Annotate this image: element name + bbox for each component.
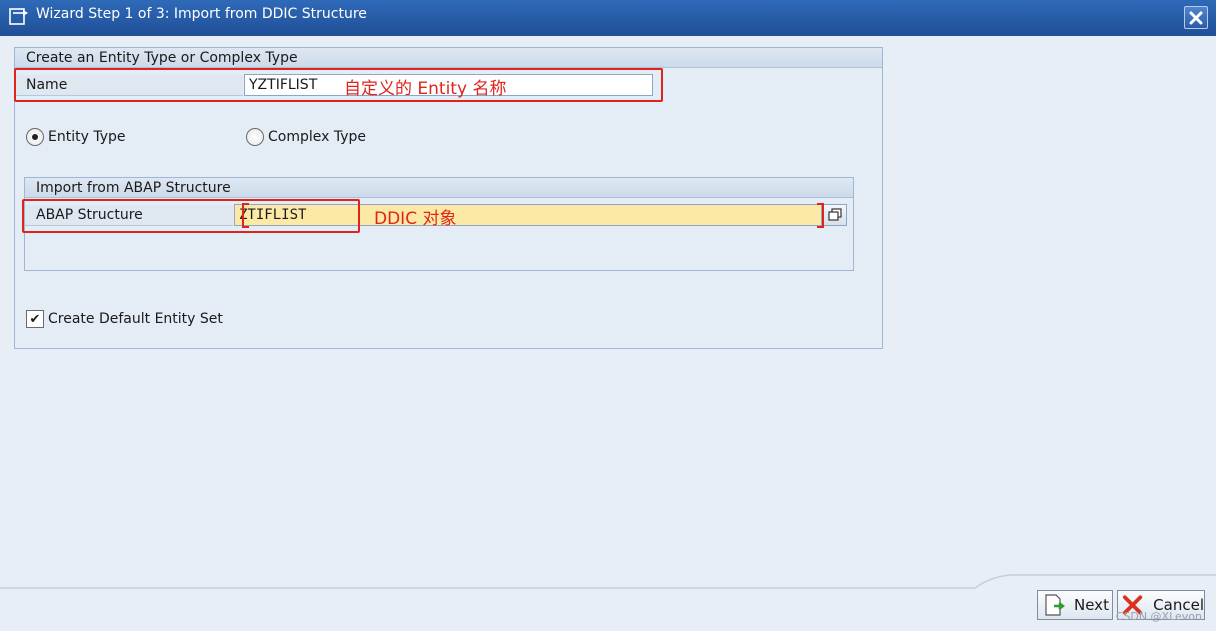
title-bar: Wizard Step 1 of 3: Import from DDIC Str… (0, 0, 1216, 36)
footer-divider (0, 574, 1216, 589)
create-default-entity-set-checkbox[interactable]: ✔ Create Default Entity Set (26, 310, 223, 328)
entity-type-radio-label: Entity Type (48, 129, 126, 145)
close-icon (1189, 11, 1203, 24)
next-page-icon (1045, 594, 1065, 616)
create-default-entity-set-label: Create Default Entity Set (48, 311, 223, 327)
abap-structure-highlight-box (22, 199, 360, 233)
value-help-button[interactable] (823, 204, 847, 226)
input-start-bracket (242, 203, 249, 228)
complex-type-radio-button[interactable] (246, 128, 264, 146)
entity-type-group-title: Create an Entity Type or Complex Type (15, 48, 882, 68)
complex-type-radio-label: Complex Type (268, 129, 367, 145)
close-button[interactable] (1184, 6, 1208, 29)
watermark: CSDN @XLevon (1115, 610, 1202, 623)
name-highlight-box (14, 68, 663, 102)
next-button-label: Next (1074, 596, 1109, 614)
complex-type-radio[interactable]: Complex Type (246, 128, 366, 146)
import-abap-group-title: Import from ABAP Structure (25, 178, 853, 198)
checkmark-icon[interactable]: ✔ (26, 310, 44, 328)
abap-structure-annotation: DDIC 对象 (374, 209, 457, 229)
input-end-bracket (817, 203, 824, 228)
window-title: Wizard Step 1 of 3: Import from DDIC Str… (36, 6, 367, 22)
next-button[interactable]: Next (1037, 590, 1113, 620)
value-help-icon (828, 208, 842, 221)
entity-type-radio[interactable]: Entity Type (26, 128, 125, 146)
wizard-window-icon (9, 8, 29, 26)
entity-type-radio-button[interactable] (26, 128, 44, 146)
